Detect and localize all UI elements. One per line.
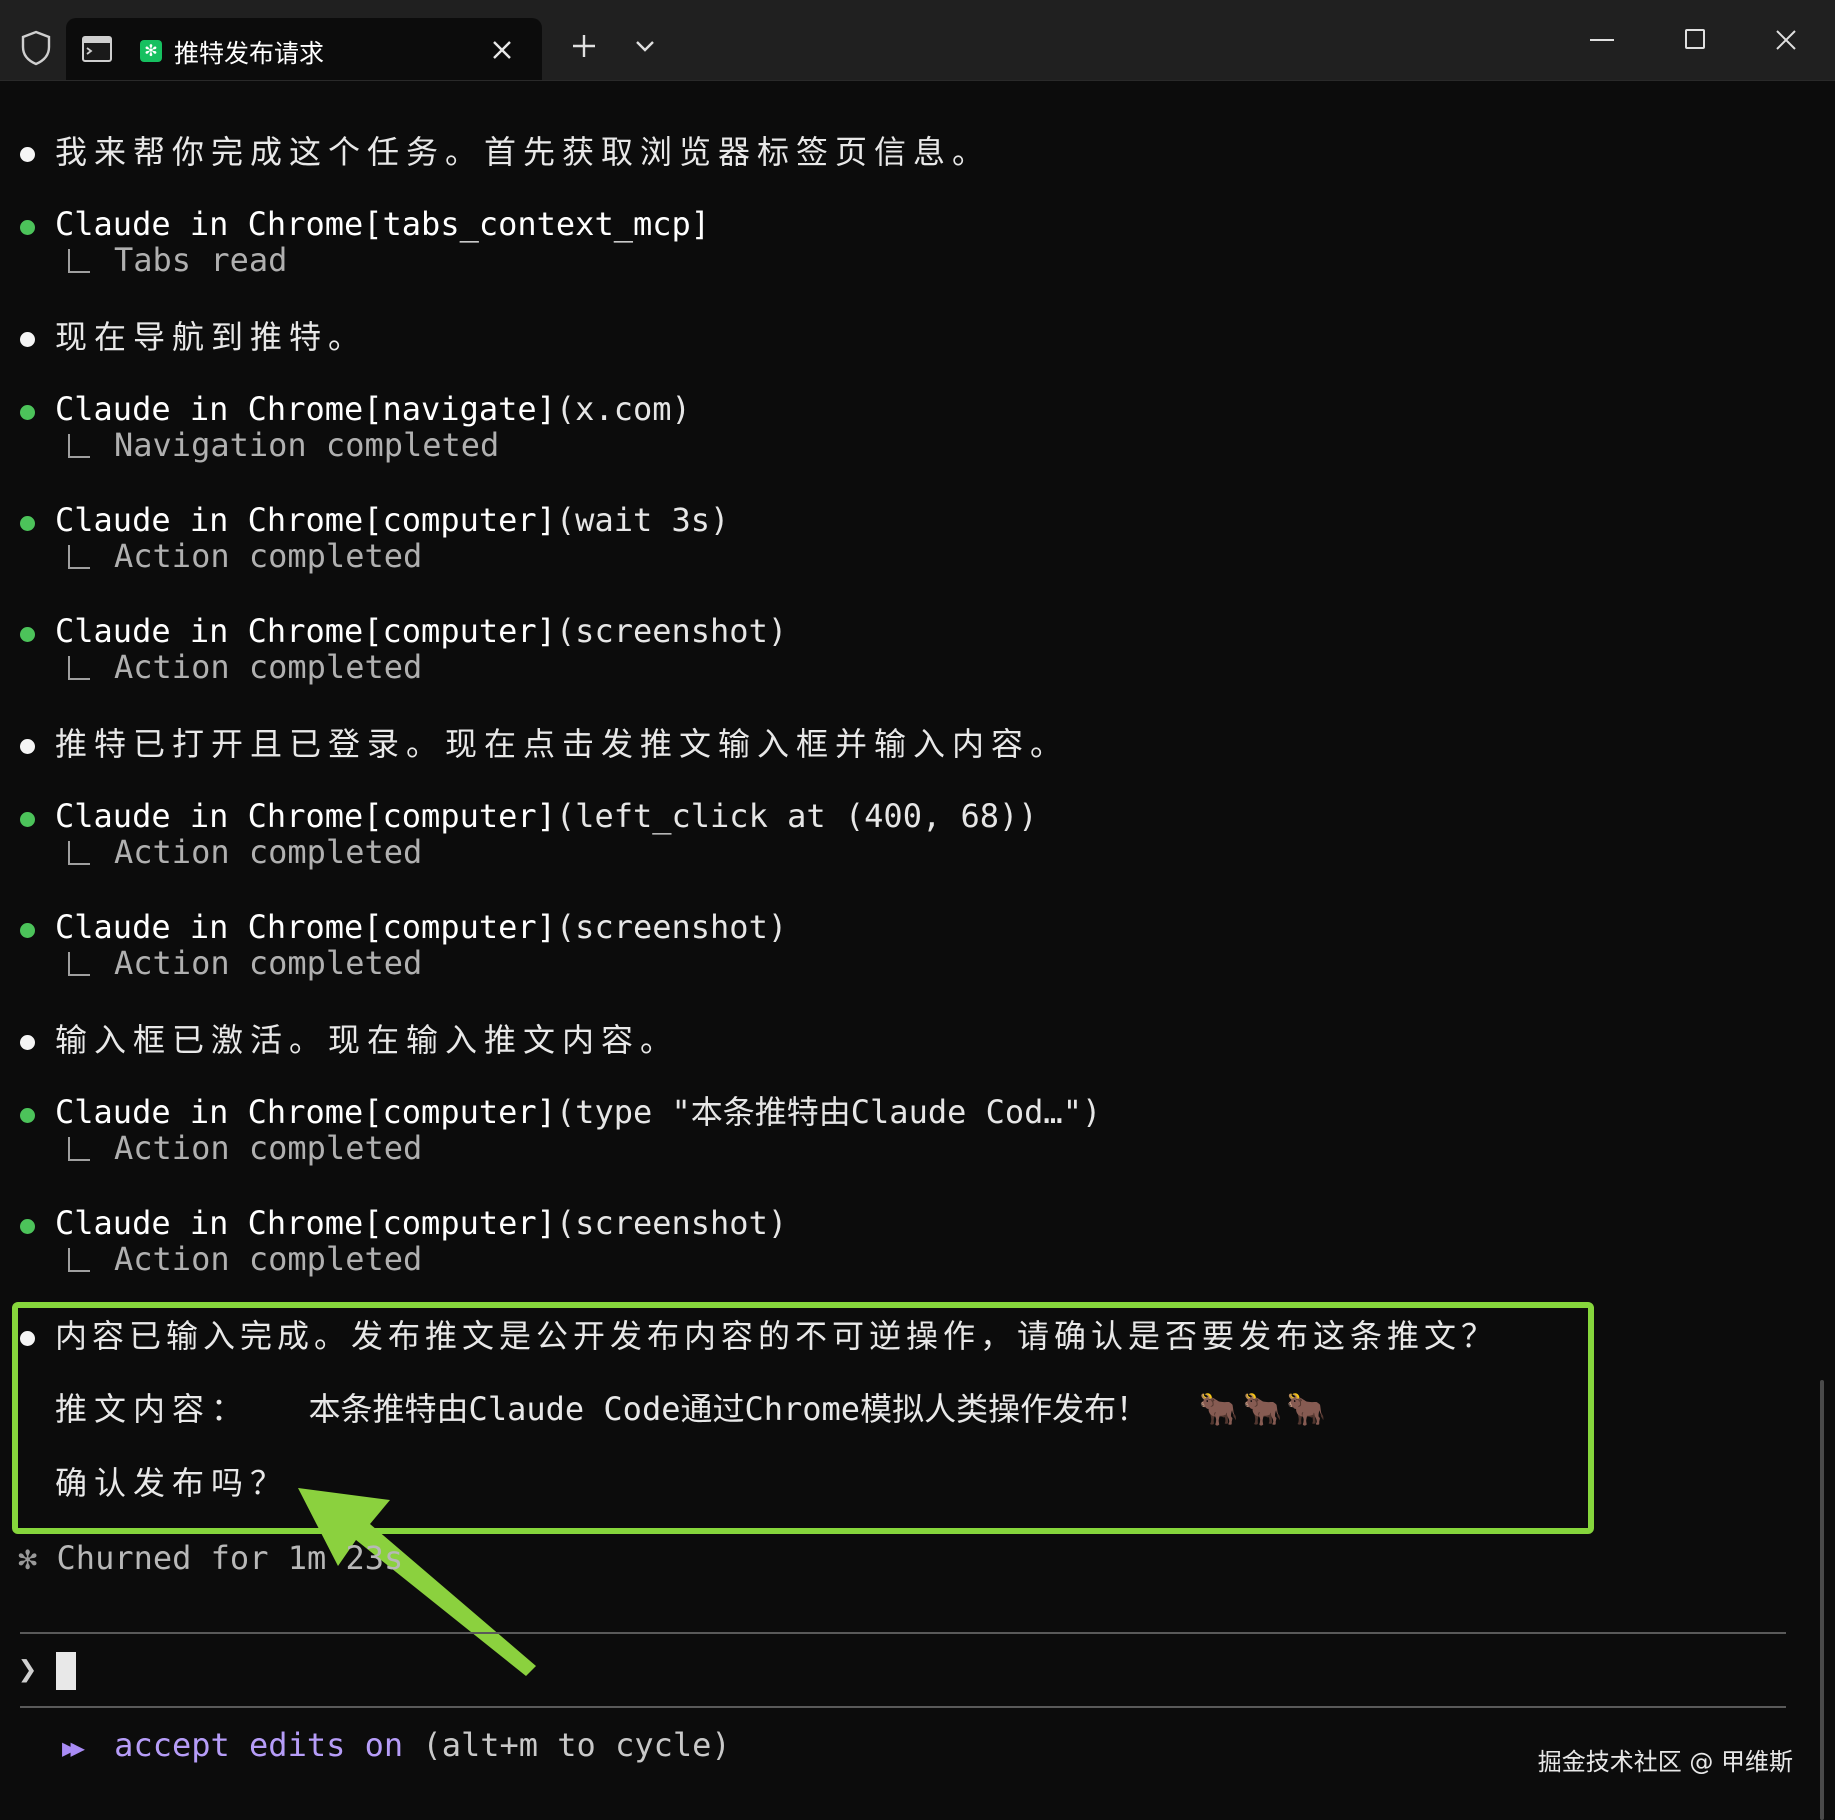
message-bullet bbox=[20, 1035, 35, 1050]
tool-bullet bbox=[20, 1219, 35, 1234]
divider bbox=[20, 1706, 1786, 1708]
tool-call: Claude in Chrome[navigate](x.com) bbox=[55, 390, 691, 428]
tool-bullet bbox=[20, 220, 35, 235]
assistant-message: 推特已打开且已登录。现在点击发推文输入框并输入内容。 bbox=[55, 725, 1070, 763]
mode-text: accept edits on bbox=[114, 1726, 404, 1764]
mode-indicator[interactable]: ▶▶ accept edits on (alt+m to cycle) bbox=[62, 1725, 731, 1768]
tool-bullet bbox=[20, 405, 35, 420]
claude-app-icon: ✻ bbox=[140, 40, 162, 62]
tool-result: Action completed bbox=[68, 832, 422, 872]
tool-call: Claude in Chrome[computer](screenshot) bbox=[55, 1204, 788, 1242]
tab-title: 推特发布请求 bbox=[174, 39, 325, 68]
fast-forward-icon: ▶▶ bbox=[62, 1734, 85, 1762]
message-bullet bbox=[20, 332, 35, 347]
spinner-star-icon: ✻ bbox=[18, 1539, 38, 1577]
status-text: Churned for 1m 23s bbox=[56, 1539, 404, 1577]
tweet-content-line: 推文内容： 本条推特由Claude Code通过Chrome模拟人类操作发布！ … bbox=[55, 1389, 1330, 1429]
minimize-icon[interactable] bbox=[1590, 38, 1614, 42]
tool-result: Action completed bbox=[68, 647, 422, 687]
tool-result: Action completed bbox=[68, 1128, 422, 1168]
shield-icon[interactable] bbox=[20, 30, 52, 66]
tool-call: Claude in Chrome[computer](left_click at… bbox=[55, 797, 1038, 835]
mode-hint: (alt+m to cycle) bbox=[422, 1726, 731, 1764]
tool-bullet bbox=[20, 627, 35, 642]
close-tab-icon[interactable] bbox=[488, 36, 516, 64]
chevron-down-icon[interactable] bbox=[634, 38, 656, 54]
tweet-content-label: 推文内容： bbox=[55, 1390, 251, 1428]
divider bbox=[20, 1632, 1786, 1634]
message-bullet bbox=[20, 739, 35, 754]
assistant-message: 输入框已激活。现在输入推文内容。 bbox=[55, 1021, 680, 1059]
tool-bullet bbox=[20, 516, 35, 531]
message-bullet bbox=[20, 147, 35, 162]
tweet-content-text: 本条推特由Claude Code通过Chrome模拟人类操作发布！ bbox=[308, 1390, 1149, 1428]
confirmation-question: 内容已输入完成。发布推文是公开发布内容的不可逆操作，请确认是否要发布这条推文？ bbox=[55, 1317, 1499, 1355]
tool-bullet bbox=[20, 812, 35, 827]
tool-call: Claude in Chrome[computer](screenshot) bbox=[55, 908, 788, 946]
assistant-message: 我来帮你完成这个任务。首先获取浏览器标签页信息。 bbox=[55, 133, 992, 171]
message-bullet bbox=[20, 1331, 35, 1346]
terminal-icon bbox=[82, 36, 112, 62]
tool-bullet bbox=[20, 923, 35, 938]
prompt-chevron-icon: ❯ bbox=[18, 1650, 38, 1688]
tool-bullet bbox=[20, 1108, 35, 1123]
maximize-icon[interactable] bbox=[1684, 28, 1706, 50]
tool-result: Action completed bbox=[68, 536, 422, 576]
window-close-icon[interactable] bbox=[1774, 28, 1798, 52]
tool-call: Claude in Chrome[tabs_context_mcp] bbox=[55, 205, 711, 243]
bull-emoji: 🐂🐂🐂 bbox=[1198, 1390, 1331, 1428]
assistant-message: 现在导航到推特。 bbox=[55, 318, 368, 356]
scrollbar[interactable] bbox=[1820, 1380, 1824, 1820]
tool-result: Action completed bbox=[68, 1239, 422, 1279]
tool-result: Tabs read bbox=[68, 240, 287, 280]
confirm-publish-question: 确认发布吗？ bbox=[55, 1464, 290, 1502]
status-line: ✻ Churned for 1m 23s bbox=[18, 1538, 403, 1578]
tab-terminal[interactable]: ✻ 推特发布请求 bbox=[66, 18, 542, 80]
plus-icon[interactable] bbox=[570, 32, 598, 60]
title-bar: ✻ 推特发布请求 bbox=[0, 0, 1835, 81]
tool-call: Claude in Chrome[computer](screenshot) bbox=[55, 612, 788, 650]
watermark: 掘金技术社区 @ 甲维斯 bbox=[1537, 1748, 1793, 1776]
annotation-arrow-icon bbox=[298, 1488, 536, 1676]
input-cursor[interactable] bbox=[56, 1652, 76, 1690]
terminal-output[interactable]: 我来帮你完成这个任务。首先获取浏览器标签页信息。 Claude in Chrom… bbox=[0, 80, 1835, 1820]
tool-call: Claude in Chrome[computer](wait 3s) bbox=[55, 501, 730, 539]
tool-result: Navigation completed bbox=[68, 425, 499, 465]
tool-call: Claude in Chrome[computer](type "本条推特由Cl… bbox=[55, 1093, 1102, 1131]
tool-result: Action completed bbox=[68, 943, 422, 983]
